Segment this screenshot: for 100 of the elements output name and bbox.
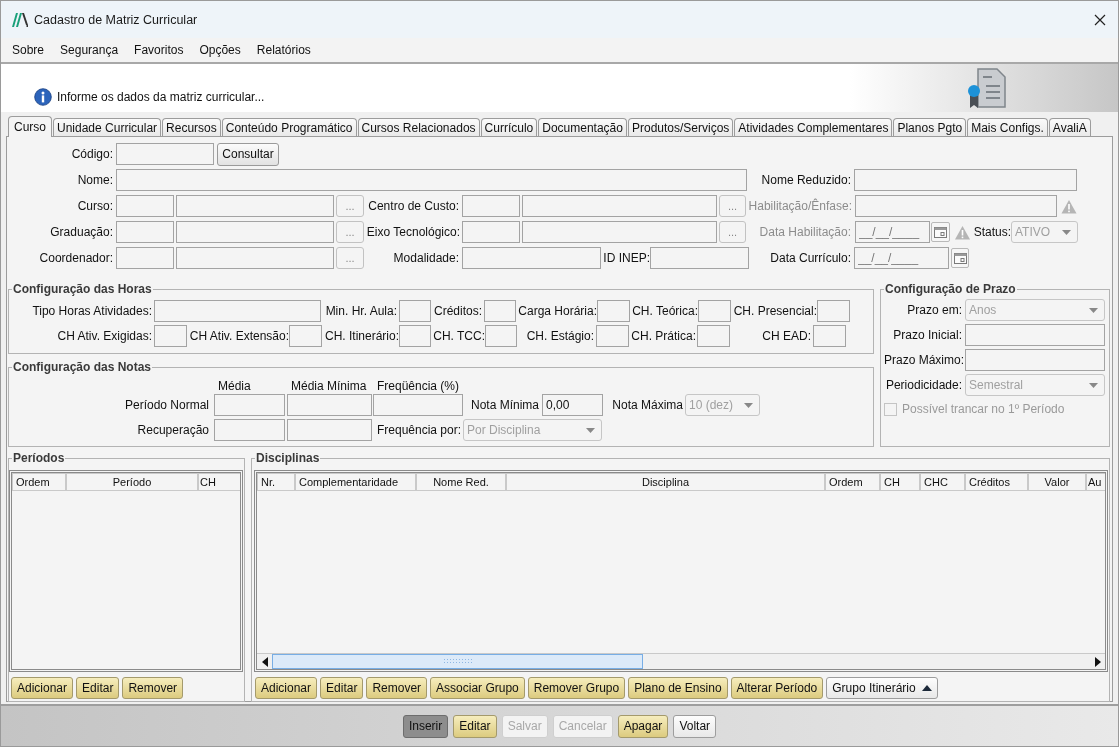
tab[interactable]: Conteúdo Programático	[221, 118, 357, 136]
input-field[interactable]	[116, 195, 174, 217]
input-field[interactable]	[399, 325, 431, 347]
input-field[interactable]	[176, 195, 334, 217]
input-field[interactable]	[176, 221, 334, 243]
input-field[interactable]	[154, 325, 187, 347]
menu-item[interactable]: Sobre	[12, 43, 45, 57]
date-field[interactable]: __/__/____	[855, 221, 930, 243]
input-field[interactable]	[154, 300, 321, 322]
consult-button[interactable]: Consultar	[217, 142, 279, 166]
tab[interactable]: Atividades Complementares	[734, 118, 893, 136]
action-button[interactable]: Remover Grupo	[527, 677, 626, 699]
tab[interactable]: Recursos	[162, 118, 221, 136]
action-button[interactable]: Remover	[122, 677, 184, 699]
calendar-button[interactable]	[951, 248, 969, 268]
input-field[interactable]	[399, 300, 431, 322]
input-field[interactable]	[116, 247, 174, 269]
field-label: Habilitação/Ênfase:	[747, 199, 852, 213]
input-field[interactable]	[116, 221, 174, 243]
action-button[interactable]: Inserir	[402, 714, 449, 738]
action-button[interactable]: Associar Grupo	[430, 677, 525, 699]
column-header[interactable]: Au	[1086, 473, 1105, 491]
ellipsis-button[interactable]: ...	[336, 195, 364, 217]
input-field[interactable]	[485, 325, 517, 347]
column-header[interactable]: Valor	[1028, 473, 1086, 491]
input-field[interactable]	[289, 325, 322, 347]
input-field[interactable]	[855, 195, 1057, 217]
input-field[interactable]	[484, 300, 516, 322]
action-button[interactable]: Adicionar	[11, 677, 74, 699]
input-field[interactable]	[287, 394, 372, 416]
column-header[interactable]: Complementaridade	[295, 473, 416, 491]
horizontal-scrollbar[interactable]	[257, 653, 1105, 669]
input-field[interactable]	[522, 221, 717, 243]
input-field[interactable]	[462, 221, 520, 243]
close-icon[interactable]	[1094, 13, 1106, 26]
input-field[interactable]	[597, 300, 630, 322]
action-button[interactable]: Plano de Ensino	[628, 677, 728, 699]
action-button[interactable]: Alterar Período	[730, 677, 824, 699]
tab[interactable]: Currículo	[480, 118, 538, 136]
ellipsis-button[interactable]: ...	[336, 247, 364, 269]
menu-item[interactable]: Favoritos	[134, 43, 184, 57]
input-field[interactable]	[522, 195, 717, 217]
input-field[interactable]	[854, 169, 1077, 191]
input-field[interactable]	[965, 349, 1105, 371]
date-field[interactable]: __/__/____	[854, 247, 949, 269]
scrollbar-thumb[interactable]	[272, 654, 643, 669]
ellipsis-button[interactable]: ...	[336, 221, 364, 243]
tab[interactable]: AvaliA	[1048, 118, 1091, 136]
column-header[interactable]: CHC	[920, 473, 965, 491]
input-field[interactable]	[116, 143, 214, 165]
column-header[interactable]: Nome Red.	[416, 473, 506, 491]
menu-item[interactable]: Relatórios	[256, 43, 311, 57]
column-header[interactable]: CH	[198, 473, 240, 491]
input-field[interactable]	[287, 419, 372, 441]
column-header[interactable]: CH	[880, 473, 920, 491]
input-field[interactable]	[373, 394, 463, 416]
input-field[interactable]	[176, 247, 334, 269]
info-icon	[34, 88, 52, 106]
arrow-left-icon[interactable]	[261, 656, 268, 667]
tab[interactable]: Produtos/Serviços	[627, 118, 734, 136]
input-field[interactable]	[965, 324, 1105, 346]
input-field[interactable]: 0,00	[542, 394, 603, 416]
field-label: Periodicidade:	[884, 378, 962, 392]
input-field[interactable]	[697, 325, 730, 347]
menu-item[interactable]: Segurança	[60, 43, 119, 57]
column-header[interactable]: Período	[66, 473, 198, 491]
input-field[interactable]	[462, 247, 601, 269]
column-header[interactable]: Ordem	[12, 473, 66, 491]
action-button[interactable]: Remover	[366, 677, 428, 699]
column-header[interactable]: Créditos	[965, 473, 1028, 491]
tab[interactable]: Planos Pgto	[893, 118, 967, 136]
action-button[interactable]: Apagar	[617, 714, 669, 738]
arrow-right-icon[interactable]	[1094, 656, 1101, 667]
action-button[interactable]: Editar	[320, 677, 364, 699]
menu-item[interactable]: Opções	[199, 43, 241, 57]
calendar-button[interactable]	[931, 222, 950, 242]
action-button[interactable]: Editar	[453, 714, 497, 738]
menu-button[interactable]: Grupo Itinerário	[826, 677, 938, 699]
tab[interactable]: Cursos Relacionados	[357, 118, 480, 136]
column-header[interactable]: Disciplina	[506, 473, 825, 491]
tab[interactable]: Mais Configs.	[967, 118, 1048, 136]
tab[interactable]: Curso	[8, 116, 52, 137]
input-field[interactable]	[596, 325, 629, 347]
column-header[interactable]: Nr.	[257, 473, 295, 491]
input-field[interactable]	[813, 325, 846, 347]
input-field[interactable]	[698, 300, 731, 322]
tab[interactable]: Documentação	[538, 118, 627, 136]
field-label: CH EAD:	[761, 329, 811, 343]
input-field[interactable]	[214, 394, 285, 416]
input-field[interactable]	[462, 195, 520, 217]
action-button[interactable]: Adicionar	[255, 677, 318, 699]
input-field[interactable]	[214, 419, 285, 441]
input-field[interactable]	[650, 247, 749, 269]
tab[interactable]: Unidade Curricular	[53, 118, 162, 136]
action-button[interactable]: Voltar	[673, 714, 717, 738]
column-header[interactable]: Ordem	[825, 473, 880, 491]
field-label: Min. Hr. Aula:	[324, 304, 397, 318]
action-button[interactable]: Editar	[76, 677, 120, 699]
input-field[interactable]	[817, 300, 850, 322]
input-field[interactable]	[116, 169, 747, 191]
